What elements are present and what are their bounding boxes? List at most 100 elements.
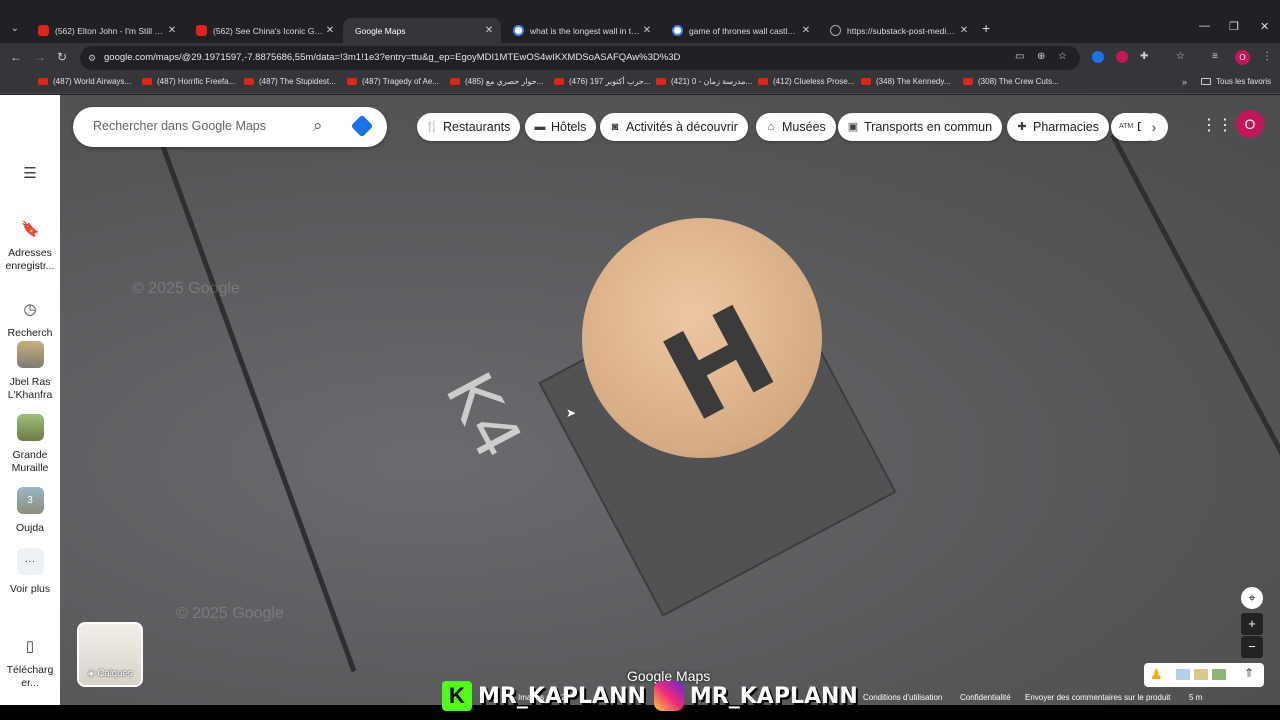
media-icon[interactable]: ≡ xyxy=(1212,51,1218,62)
favorites-icon[interactable]: ☆ xyxy=(1176,51,1185,62)
tab-search-icon[interactable]: ⌄ xyxy=(6,20,24,38)
bookmark-item[interactable]: (421) مدرسة زمان - 0... xyxy=(656,77,752,86)
extension-icon[interactable] xyxy=(1116,51,1128,63)
chip-pharmacies[interactable]: ✚ Pharmacies xyxy=(1007,113,1109,141)
kick-logo: K xyxy=(442,681,472,711)
tab-0[interactable]: (562) Elton John - I'm Still Standing✕ xyxy=(26,18,184,43)
reload-icon[interactable]: ↻ xyxy=(57,50,67,64)
bookmark-item[interactable]: (476) حرب أكتوبر 197... xyxy=(554,77,651,86)
chip-museums[interactable]: ⌂ Musées xyxy=(756,113,836,141)
recent-place[interactable]: 3 Oujda xyxy=(0,487,60,535)
chip-label: Pharmacies xyxy=(1033,120,1099,134)
rail-label: Adresses enregistr... xyxy=(5,247,55,272)
pharmacy-icon: ✚ xyxy=(1017,121,1027,133)
rail-label: Jbel Ras L'Khanfra xyxy=(7,376,53,401)
zoom-icon[interactable]: ⊕ xyxy=(1037,51,1045,62)
bookmark-item[interactable]: (308) The Crew Cuts... xyxy=(963,77,1059,86)
youtube-icon xyxy=(554,78,564,85)
bookmark-label: (476) حرب أكتوبر 197... xyxy=(569,77,651,86)
camera-icon: ◙ xyxy=(611,121,619,133)
rail-label: Télécharg er... xyxy=(6,664,54,689)
forward-icon[interactable]: → xyxy=(34,50,46,64)
bookmark-label: Tous les favoris xyxy=(1216,77,1272,86)
tab-title: (562) See China's Iconic Great Wall xyxy=(213,25,324,36)
chip-hotels[interactable]: ▬ Hôtels xyxy=(525,113,597,141)
youtube-icon xyxy=(38,25,49,36)
download-app-button[interactable]: ▯ Télécharg er... xyxy=(0,638,60,690)
menu-icon[interactable]: ⋮ xyxy=(1262,51,1272,62)
footer-privacy-link[interactable]: Confidentialité xyxy=(960,693,1011,702)
back-icon[interactable]: ← xyxy=(10,50,22,64)
profile-avatar[interactable]: O xyxy=(1235,50,1250,65)
bookmark-item[interactable]: (487) Tragedy of Ae... xyxy=(347,77,439,86)
close-icon[interactable]: ✕ xyxy=(166,25,178,36)
close-icon[interactable]: ✕ xyxy=(800,25,812,36)
chip-transit[interactable]: ▣ Transports en commun xyxy=(838,113,1003,141)
chip-label: Musées xyxy=(782,120,826,134)
new-tab-button[interactable]: + xyxy=(982,20,990,36)
more-button[interactable]: ··· Voir plus xyxy=(0,548,60,596)
zoom-out-button[interactable]: − xyxy=(1241,636,1263,658)
bookmark-item[interactable]: (412) Clueless Prose... xyxy=(758,77,854,86)
close-icon[interactable]: ✕ xyxy=(958,25,970,36)
account-avatar[interactable]: O xyxy=(1236,110,1264,138)
search-box[interactable]: Rechercher dans Google Maps ⌕ xyxy=(73,107,387,147)
mouse-cursor-icon: ➤ xyxy=(566,406,577,420)
map-type-icon[interactable] xyxy=(1212,669,1226,680)
map-watermark: © 2025 Google xyxy=(132,280,240,297)
minimize-icon[interactable]: — xyxy=(1199,20,1210,32)
tab-title: game of thrones wall castles map xyxy=(689,25,800,36)
footer-terms-link[interactable]: Conditions d'utilisation xyxy=(863,693,942,702)
bookmark-item[interactable]: (348) The Kennedy... xyxy=(861,77,950,86)
tab-4[interactable]: game of thrones wall castles map✕ xyxy=(660,18,818,43)
phone-icon: ▯ xyxy=(25,638,35,655)
recent-place[interactable]: Grande Muraille xyxy=(0,414,60,475)
saved-places-button[interactable]: 🔖 Adresses enregistr... xyxy=(0,221,60,273)
bookmark-item[interactable]: (487) The Stupidest... xyxy=(244,77,336,86)
zoom-in-button[interactable]: + xyxy=(1241,613,1263,635)
bookmark-item[interactable]: (487) World Airways... xyxy=(38,77,131,86)
close-icon[interactable]: ✕ xyxy=(483,25,495,36)
restore-icon[interactable]: ❐ xyxy=(1229,20,1239,33)
directions-icon[interactable] xyxy=(350,114,374,138)
expand-icon[interactable]: ⇑ xyxy=(1244,666,1254,680)
bookmark-label: (487) Tragedy of Ae... xyxy=(362,77,439,86)
kick-username: MR_KAPLANN xyxy=(478,683,646,709)
map-type-icon[interactable] xyxy=(1176,669,1190,680)
extension-icon[interactable] xyxy=(1092,51,1104,63)
chevron-right-icon[interactable]: › xyxy=(1140,113,1168,141)
install-icon[interactable]: ▭ xyxy=(1015,51,1024,62)
more-bookmarks-icon[interactable]: » xyxy=(1182,77,1187,87)
footer-feedback-link[interactable]: Envoyer des commentaires sur le produit xyxy=(1025,693,1170,702)
tab-2[interactable]: Google Maps ✕ xyxy=(343,18,501,43)
menu-button[interactable]: ☰ xyxy=(0,165,60,191)
bookmark-label: (308) The Crew Cuts... xyxy=(978,77,1059,86)
folder-icon xyxy=(1201,78,1211,85)
bookmark-item[interactable]: (487) Horrific Freefa... xyxy=(142,77,235,86)
close-icon[interactable]: ✕ xyxy=(641,25,653,36)
address-bar[interactable]: ⚙ google.com/maps/@29.1971597,-7.8875686… xyxy=(80,46,1080,70)
search-icon[interactable]: ⌕ xyxy=(313,116,323,136)
tab-3[interactable]: what is the longest wall in the world✕ xyxy=(501,18,659,43)
layers-button[interactable]: ◈ Calques xyxy=(77,622,143,687)
site-info-icon[interactable]: ⚙ xyxy=(88,46,96,70)
all-bookmarks-folder[interactable]: Tous les favoris xyxy=(1201,77,1271,86)
my-location-icon[interactable]: ⌖ xyxy=(1241,587,1263,609)
tab-1[interactable]: (562) See China's Iconic Great Wall✕ xyxy=(184,18,342,43)
star-icon[interactable]: ☆ xyxy=(1058,51,1067,62)
pegman-icon[interactable]: ♟ xyxy=(1150,666,1163,683)
bookmark-item[interactable]: (485) حوار حصري مع... xyxy=(450,77,543,86)
scale-bar[interactable]: 5 m xyxy=(1189,693,1202,702)
chip-activities[interactable]: ◙ Activités à découvrir xyxy=(600,113,748,141)
extensions-puzzle-icon[interactable]: ✚ xyxy=(1140,51,1148,62)
close-icon[interactable]: ✕ xyxy=(324,25,336,36)
chip-restaurants[interactable]: 🍴 Restaurants xyxy=(417,113,521,141)
bookmark-icon: 🔖 xyxy=(21,221,40,238)
map-type-icon[interactable] xyxy=(1194,669,1208,680)
stream-overlay: K MR_KAPLANN MR_KAPLANN xyxy=(442,680,858,712)
search-input[interactable]: Rechercher dans Google Maps xyxy=(93,119,266,133)
recent-place[interactable]: Jbel Ras L'Khanfra xyxy=(0,341,60,402)
museum-icon: ⌂ xyxy=(767,121,775,133)
tab-5[interactable]: https://substack-post-media.s3 ✕ xyxy=(818,18,976,43)
window-close-icon[interactable]: ✕ xyxy=(1260,20,1269,33)
